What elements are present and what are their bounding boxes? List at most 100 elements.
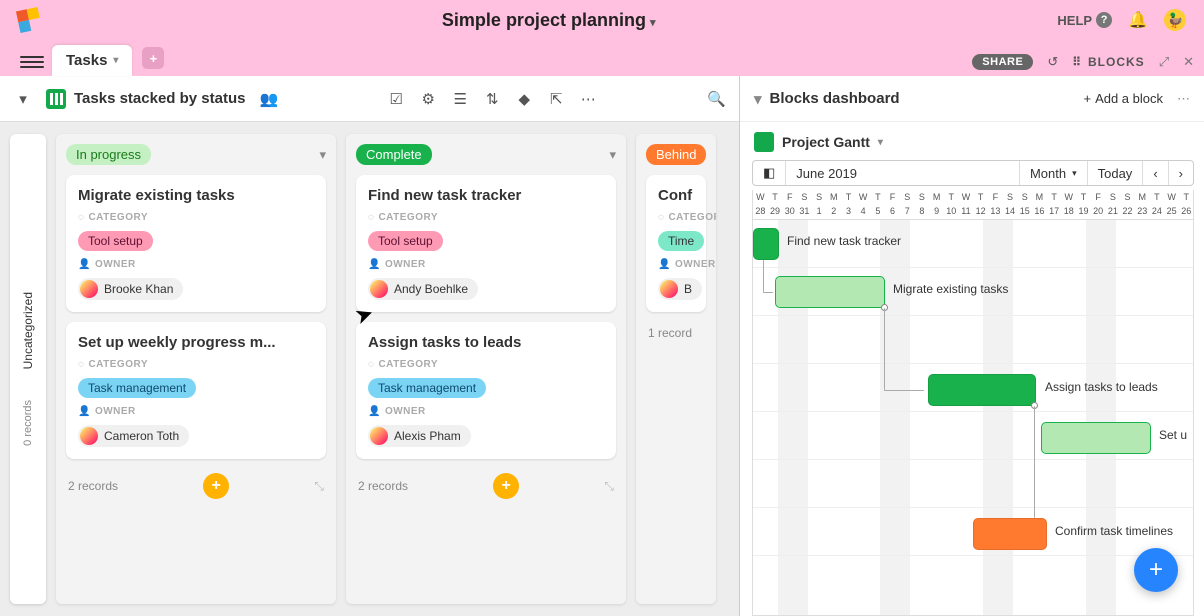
- uncategorized-label: Uncategorized: [21, 292, 35, 369]
- field-label: ◌CATEGORY: [658, 212, 694, 223]
- plus-icon: +: [1083, 91, 1091, 106]
- help-icon: ?: [1096, 12, 1112, 28]
- card[interactable]: Migrate existing tasks ◌CATEGORY Tool se…: [66, 175, 326, 312]
- column-in-progress: In progress ▾ Migrate existing tasks ◌CAT…: [56, 134, 336, 604]
- next-button[interactable]: ›: [1169, 161, 1193, 185]
- owner-chip: B: [658, 278, 702, 300]
- base-title[interactable]: Simple project planning▾: [40, 10, 1057, 31]
- card[interactable]: Set up weekly progress m... ◌CATEGORY Ta…: [66, 322, 326, 459]
- color-icon[interactable]: ◆: [515, 90, 533, 108]
- add-tab-button[interactable]: +: [142, 47, 164, 69]
- owner-chip: Andy Boehlke: [368, 278, 478, 300]
- kanban-icon: [46, 89, 66, 109]
- uncategorized-column[interactable]: Uncategorized 0 records: [10, 134, 46, 604]
- field-label: 👤OWNER: [78, 406, 314, 417]
- column-complete: Complete ▾ Find new task tracker ◌CATEGOR…: [346, 134, 626, 604]
- column-behind: Behind Conf ◌CATEGORY Time 👤OWNER B 1 re…: [636, 134, 716, 604]
- column-menu-icon[interactable]: ▾: [609, 147, 616, 163]
- gantt-bar-label: Confirm task timelines: [1055, 524, 1173, 538]
- toggle-sidebar-icon[interactable]: ◧: [753, 161, 786, 185]
- sort-icon[interactable]: ⇅: [483, 90, 501, 108]
- card[interactable]: Conf ◌CATEGORY Time 👤OWNER B: [646, 175, 706, 312]
- prev-button[interactable]: ‹: [1143, 161, 1168, 185]
- tab-tasks[interactable]: Tasks▾: [52, 45, 132, 76]
- filter-icon[interactable]: ☰: [451, 90, 469, 108]
- help-button[interactable]: HELP?: [1057, 12, 1112, 28]
- gantt-connector: [763, 292, 773, 293]
- avatar-icon: [80, 280, 98, 298]
- expand-icon[interactable]: ⤢: [1159, 54, 1169, 70]
- category-chip: Task management: [368, 378, 486, 398]
- top-header: Simple project planning▾ HELP? 🔔 🦆: [0, 0, 1204, 40]
- notifications-icon[interactable]: 🔔: [1128, 10, 1148, 30]
- gantt-connector: [1034, 406, 1035, 518]
- gantt-bar-label: Assign tasks to leads: [1045, 380, 1158, 394]
- collaborators-icon[interactable]: 👥: [259, 90, 277, 108]
- gantt-bar[interactable]: [973, 518, 1047, 550]
- add-block-fab[interactable]: +: [1134, 548, 1178, 592]
- field-label: 👤OWNER: [368, 406, 604, 417]
- menu-icon[interactable]: [20, 56, 44, 68]
- gantt-bar-label: Find new task tracker: [787, 234, 901, 248]
- today-button[interactable]: Today: [1088, 161, 1144, 185]
- add-block-button[interactable]: +Add a block: [1083, 91, 1163, 106]
- add-record-button[interactable]: +: [493, 473, 519, 499]
- field-label: ◌CATEGORY: [368, 212, 604, 223]
- gantt-bar[interactable]: [753, 228, 779, 260]
- status-badge[interactable]: Behind: [646, 144, 706, 165]
- field-label: 👤OWNER: [78, 259, 314, 270]
- owner-chip: Brooke Khan: [78, 278, 183, 300]
- card[interactable]: Find new task tracker ◌CATEGORY Tool set…: [356, 175, 616, 312]
- gantt-block-title[interactable]: Project Gantt▾: [752, 132, 1204, 152]
- status-badge[interactable]: In progress: [66, 144, 151, 165]
- more-icon[interactable]: ⋯: [1177, 91, 1190, 107]
- category-chip: Tool setup: [368, 231, 443, 251]
- blocks-toggle[interactable]: ⠿BLOCKS: [1072, 55, 1144, 69]
- category-chip: Task management: [78, 378, 196, 398]
- column-menu-icon[interactable]: ▾: [319, 147, 326, 163]
- history-icon[interactable]: ↺: [1047, 54, 1058, 70]
- more-icon[interactable]: ⋯: [579, 90, 597, 108]
- card-title: Migrate existing tasks: [78, 187, 314, 204]
- customize-cards-icon[interactable]: ☑: [387, 90, 405, 108]
- field-label: 👤OWNER: [658, 259, 694, 270]
- view-menu-caret-icon[interactable]: ▾: [14, 90, 32, 108]
- gantt-chart[interactable]: WTFSSMTWTFSSMTWTFSSMTWTFSSMTWTFS28293031…: [752, 190, 1194, 616]
- blocks-title[interactable]: ▾Blocks dashboard: [754, 90, 900, 108]
- gantt-month-label: June 2019: [786, 161, 1020, 185]
- field-label: 👤OWNER: [368, 259, 604, 270]
- app-logo[interactable]: [16, 7, 42, 33]
- collapse-icon[interactable]: ⤡: [314, 479, 324, 494]
- share-view-icon[interactable]: ⇱: [547, 90, 565, 108]
- caret-down-icon: ▾: [878, 137, 883, 148]
- gantt-bar[interactable]: [928, 374, 1036, 406]
- user-avatar[interactable]: 🦆: [1164, 9, 1186, 31]
- view-switcher[interactable]: Tasks stacked by status: [46, 89, 245, 109]
- record-count: 2 records: [68, 479, 118, 493]
- gantt-bar[interactable]: [1041, 422, 1151, 454]
- add-record-button[interactable]: +: [203, 473, 229, 499]
- search-icon[interactable]: 🔍: [707, 90, 725, 108]
- share-button[interactable]: SHARE: [972, 54, 1033, 70]
- status-badge[interactable]: Complete: [356, 144, 432, 165]
- gantt-controls: ◧ June 2019 Month▾ Today ‹ ›: [752, 160, 1194, 186]
- gantt-connector: [884, 308, 885, 390]
- gantt-connector: [884, 390, 924, 391]
- record-count: 1 record: [648, 326, 692, 340]
- avatar-icon: [370, 280, 388, 298]
- card[interactable]: Assign tasks to leads ◌CATEGORY Task man…: [356, 322, 616, 459]
- card-title: Find new task tracker: [368, 187, 604, 204]
- blocks-icon: ⠿: [1072, 55, 1082, 69]
- gantt-bar[interactable]: [775, 276, 885, 308]
- settings-icon[interactable]: ⚙: [419, 90, 437, 108]
- card-title: Assign tasks to leads: [368, 334, 604, 351]
- scale-select[interactable]: Month▾: [1020, 161, 1088, 185]
- view-toolbar: ▾ Tasks stacked by status 👥 ☑ ⚙ ☰ ⇅ ◆ ⇱ …: [0, 76, 739, 122]
- close-icon[interactable]: ✕: [1183, 54, 1194, 70]
- owner-chip: Cameron Toth: [78, 425, 189, 447]
- record-count: 2 records: [358, 479, 408, 493]
- owner-chip: Alexis Pham: [368, 425, 471, 447]
- caret-down-icon: ▾: [113, 55, 118, 66]
- gantt-bar-label: Migrate existing tasks: [893, 282, 1008, 296]
- collapse-icon[interactable]: ⤡: [604, 479, 614, 494]
